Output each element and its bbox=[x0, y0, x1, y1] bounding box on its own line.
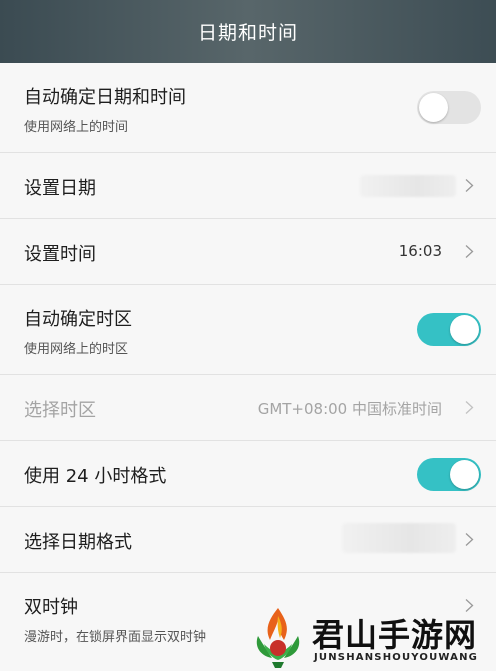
chevron-right-icon bbox=[465, 401, 474, 414]
blurred-date-value bbox=[360, 175, 456, 197]
chevron-right-icon bbox=[465, 179, 474, 192]
blurred-date-format-value bbox=[342, 523, 456, 553]
date-format-row[interactable]: 选择日期格式 bbox=[0, 507, 496, 573]
auto-datetime-subtitle: 使用网络上的时间 bbox=[24, 120, 129, 135]
page-title: 日期和时间 bbox=[197, 22, 298, 44]
auto-datetime-row[interactable]: 自动确定日期和时间 使用网络上的时间 bbox=[0, 63, 496, 153]
auto-timezone-title: 自动确定时区 bbox=[24, 309, 132, 330]
auto-datetime-title: 自动确定日期和时间 bbox=[24, 87, 186, 108]
flame-logo-icon bbox=[256, 608, 300, 668]
set-time-title: 设置时间 bbox=[24, 244, 96, 265]
select-timezone-value: GMT+08:00 中国标准时间 bbox=[257, 400, 442, 418]
app-header: 日期和时间 bbox=[0, 0, 496, 63]
use-24h-row[interactable]: 使用 24 小时格式 bbox=[0, 441, 496, 507]
use-24h-toggle[interactable] bbox=[417, 458, 481, 491]
toggle-knob bbox=[450, 315, 479, 344]
watermark-title: 君山手游网 bbox=[312, 616, 478, 654]
toggle-knob bbox=[419, 93, 448, 122]
auto-datetime-toggle[interactable] bbox=[417, 91, 481, 124]
chevron-right-icon bbox=[465, 245, 474, 258]
select-timezone-row[interactable]: 选择时区 GMT+08:00 中国标准时间 bbox=[0, 375, 496, 441]
set-date-row[interactable]: 设置日期 bbox=[0, 153, 496, 219]
select-timezone-title: 选择时区 bbox=[24, 400, 96, 421]
set-time-value: 16:03 bbox=[398, 242, 442, 260]
set-date-title: 设置日期 bbox=[24, 178, 96, 199]
dual-clock-subtitle: 漫游时，在锁屏界面显示双时钟 bbox=[24, 630, 207, 645]
toggle-knob bbox=[450, 460, 479, 489]
date-format-title: 选择日期格式 bbox=[24, 532, 132, 553]
chevron-right-icon bbox=[465, 533, 474, 546]
auto-timezone-row[interactable]: 自动确定时区 使用网络上的时区 bbox=[0, 285, 496, 375]
dual-clock-title: 双时钟 bbox=[24, 597, 78, 618]
use-24h-title: 使用 24 小时格式 bbox=[24, 466, 167, 487]
settings-list: 自动确定日期和时间 使用网络上的时间 设置日期 设置时间 16:03 自动确定时… bbox=[0, 63, 496, 663]
site-watermark: 君山手游网 JUNSHANSHOUYOUWANG bbox=[246, 604, 496, 671]
auto-timezone-toggle[interactable] bbox=[417, 313, 481, 346]
auto-timezone-subtitle: 使用网络上的时区 bbox=[24, 342, 129, 357]
watermark-subtitle: JUNSHANSHOUYOUWANG bbox=[314, 652, 479, 663]
set-time-row[interactable]: 设置时间 16:03 bbox=[0, 219, 496, 285]
